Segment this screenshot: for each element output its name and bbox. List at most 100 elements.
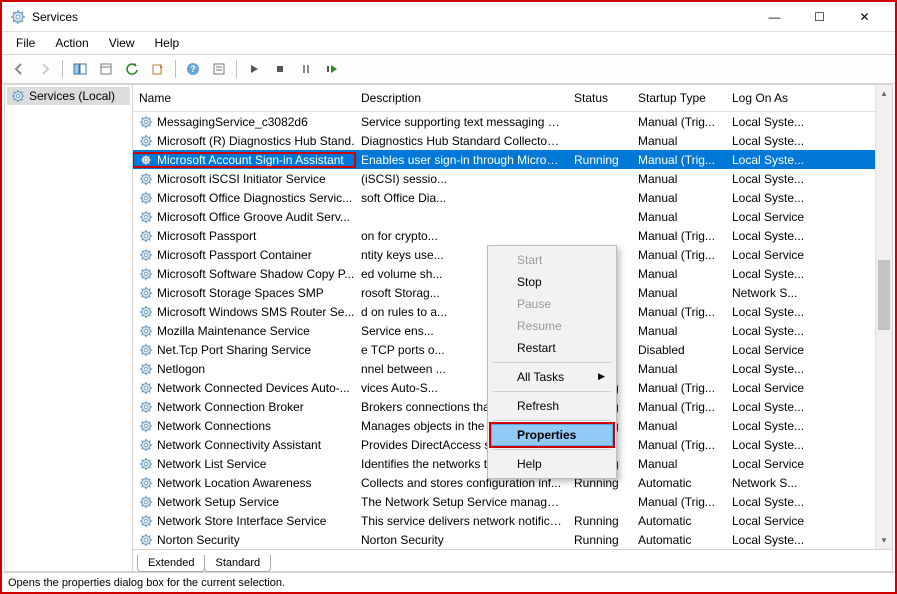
service-name: Network Store Interface Service bbox=[157, 514, 326, 528]
ctx-all-tasks[interactable]: All Tasks▶ bbox=[491, 366, 613, 388]
show-hide-tree-button[interactable] bbox=[69, 58, 91, 80]
service-icon bbox=[139, 381, 153, 395]
status-text: Opens the properties dialog box for the … bbox=[8, 577, 285, 589]
sidebar-services-local[interactable]: Services (Local) bbox=[7, 87, 130, 105]
svg-text:?: ? bbox=[190, 64, 196, 74]
service-row[interactable]: Network Setup ServiceThe Network Setup S… bbox=[133, 492, 892, 511]
col-name[interactable]: Name bbox=[133, 85, 355, 111]
app-icon bbox=[10, 9, 26, 25]
col-startup[interactable]: Startup Type bbox=[632, 85, 726, 111]
service-icon bbox=[139, 248, 153, 262]
scroll-down-button[interactable]: ▾ bbox=[876, 532, 892, 549]
service-row[interactable]: MessagingService_c3082d6Service supporti… bbox=[133, 112, 892, 131]
service-logon: Local Syste... bbox=[726, 533, 844, 547]
back-button[interactable] bbox=[8, 58, 30, 80]
tab-standard[interactable]: Standard bbox=[204, 555, 271, 572]
tab-extended[interactable]: Extended bbox=[137, 555, 205, 572]
service-name: Microsoft Passport bbox=[157, 229, 256, 243]
service-name: MessagingService_c3082d6 bbox=[157, 115, 308, 129]
context-menu: Start Stop Pause Resume Restart All Task… bbox=[487, 245, 617, 479]
service-startup: Manual bbox=[632, 210, 726, 224]
service-status: Running bbox=[568, 533, 632, 547]
col-description[interactable]: Description bbox=[355, 85, 568, 111]
scroll-up-button[interactable]: ▴ bbox=[876, 85, 892, 102]
vertical-scrollbar[interactable]: ▴ ▾ bbox=[875, 85, 892, 549]
ctx-start[interactable]: Start bbox=[491, 249, 613, 271]
service-logon: Network S... bbox=[726, 476, 844, 490]
service-icon bbox=[139, 229, 153, 243]
service-row[interactable]: Microsoft (R) Diagnostics Hub Stand...Di… bbox=[133, 131, 892, 150]
service-description: Diagnostics Hub Standard Collector S... bbox=[355, 134, 568, 148]
export-list-button[interactable] bbox=[95, 58, 117, 80]
ctx-pause[interactable]: Pause bbox=[491, 293, 613, 315]
service-description: This service delivers network notifica..… bbox=[355, 514, 568, 528]
service-logon: Local Syste... bbox=[726, 134, 844, 148]
menu-file[interactable]: File bbox=[8, 34, 43, 52]
service-row[interactable]: Microsoft Account Sign-in AssistantEnabl… bbox=[133, 150, 892, 169]
properties-button[interactable] bbox=[208, 58, 230, 80]
service-row[interactable]: Microsoft Passport on for crypto...Manua… bbox=[133, 226, 892, 245]
service-startup: Manual (Trig... bbox=[632, 381, 726, 395]
service-icon bbox=[139, 134, 153, 148]
service-status: Running bbox=[568, 153, 632, 167]
service-startup: Manual bbox=[632, 267, 726, 281]
service-startup: Manual bbox=[632, 286, 726, 300]
ctx-stop[interactable]: Stop bbox=[491, 271, 613, 293]
menu-help[interactable]: Help bbox=[147, 34, 188, 52]
help-button[interactable]: ? bbox=[182, 58, 204, 80]
service-logon: Local Service bbox=[726, 514, 844, 528]
service-startup: Manual bbox=[632, 457, 726, 471]
service-icon bbox=[139, 400, 153, 414]
service-icon bbox=[139, 210, 153, 224]
service-row[interactable]: Microsoft Office Diagnostics Servic... s… bbox=[133, 188, 892, 207]
service-icon bbox=[139, 533, 153, 547]
scroll-thumb[interactable] bbox=[878, 260, 890, 330]
service-icon bbox=[139, 419, 153, 433]
service-startup: Manual bbox=[632, 191, 726, 205]
service-logon: Local Syste... bbox=[726, 267, 844, 281]
forward-button[interactable] bbox=[34, 58, 56, 80]
sidebar: Services (Local) bbox=[5, 85, 133, 571]
status-bar: Opens the properties dialog box for the … bbox=[2, 572, 895, 592]
maximize-button[interactable]: ☐ bbox=[797, 3, 842, 31]
service-row[interactable]: Microsoft Office Groove Audit Serv...Man… bbox=[133, 207, 892, 226]
menu-action[interactable]: Action bbox=[47, 34, 96, 52]
service-icon bbox=[139, 191, 153, 205]
service-startup: Automatic bbox=[632, 533, 726, 547]
ctx-help[interactable]: Help bbox=[491, 453, 613, 475]
service-startup: Manual (Trig... bbox=[632, 305, 726, 319]
col-status[interactable]: Status bbox=[568, 85, 632, 111]
service-logon: Local Syste... bbox=[726, 400, 844, 414]
service-name: Network Connection Broker bbox=[157, 400, 304, 414]
service-startup: Manual (Trig... bbox=[632, 115, 726, 129]
service-name: Network Connections bbox=[157, 419, 271, 433]
menu-view[interactable]: View bbox=[101, 34, 143, 52]
refresh-button[interactable] bbox=[121, 58, 143, 80]
main-panel: Name Description Status Startup Type Log… bbox=[133, 85, 892, 571]
ctx-restart[interactable]: Restart bbox=[491, 337, 613, 359]
restart-service-button[interactable] bbox=[321, 58, 343, 80]
service-logon: Local Syste... bbox=[726, 115, 844, 129]
col-logon[interactable]: Log On As bbox=[726, 85, 844, 111]
chevron-right-icon: ▶ bbox=[598, 371, 605, 382]
service-startup: Disabled bbox=[632, 343, 726, 357]
ctx-properties[interactable]: Properties bbox=[491, 424, 613, 446]
list-header: Name Description Status Startup Type Log… bbox=[133, 85, 892, 112]
service-name: Microsoft iSCSI Initiator Service bbox=[157, 172, 326, 186]
close-button[interactable]: ✕ bbox=[842, 3, 887, 31]
service-name: Microsoft (R) Diagnostics Hub Stand... bbox=[157, 134, 355, 148]
service-row[interactable]: Norton SecurityNorton SecurityRunningAut… bbox=[133, 530, 892, 549]
service-startup: Automatic bbox=[632, 476, 726, 490]
service-icon bbox=[139, 495, 153, 509]
service-description: The Network Setup Service manages... bbox=[355, 495, 568, 509]
export-button[interactable] bbox=[147, 58, 169, 80]
stop-service-button[interactable] bbox=[269, 58, 291, 80]
ctx-refresh[interactable]: Refresh bbox=[491, 395, 613, 417]
service-logon: Local Service bbox=[726, 381, 844, 395]
ctx-resume[interactable]: Resume bbox=[491, 315, 613, 337]
pause-service-button[interactable] bbox=[295, 58, 317, 80]
minimize-button[interactable]: — bbox=[752, 3, 797, 31]
service-row[interactable]: Network Store Interface Service This serv… bbox=[133, 511, 892, 530]
start-service-button[interactable] bbox=[243, 58, 265, 80]
service-row[interactable]: Microsoft iSCSI Initiator Service (iSCSI… bbox=[133, 169, 892, 188]
